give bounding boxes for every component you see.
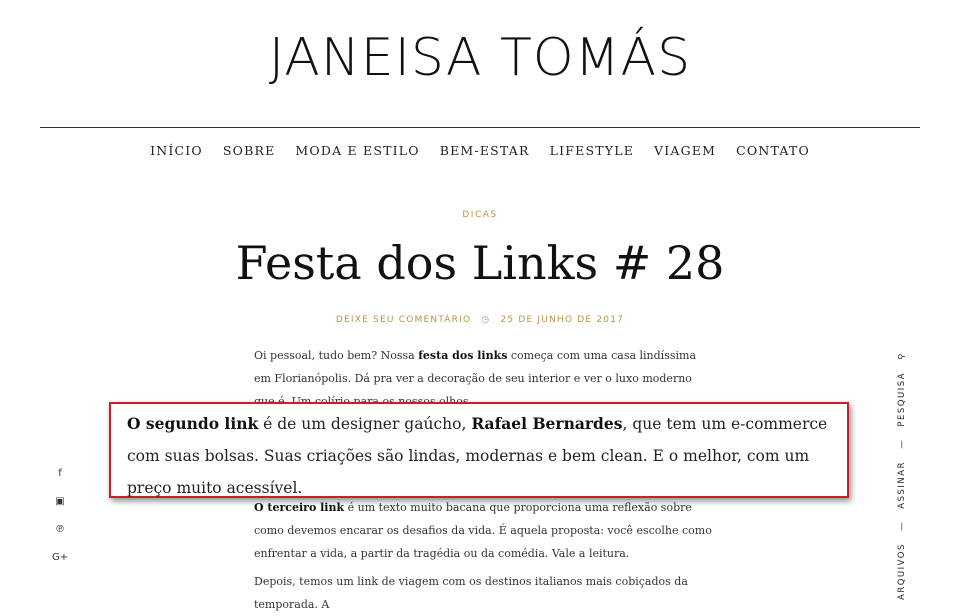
festa-link[interactable]: festa dos links (418, 349, 507, 362)
nav-item-contato[interactable]: CONTATO (736, 143, 810, 158)
search-link[interactable]: PESQUISA (897, 372, 907, 427)
search-icon[interactable]: ⚲ (897, 352, 907, 360)
post-meta: DEIXE SEU COMENTÁRIO ◷ 25 DE JUNHO DE 20… (0, 315, 960, 325)
article-paragraph-2: O terceiro link é um texto muito bacana … (254, 501, 712, 560)
segundo-link[interactable]: O segundo link (127, 414, 258, 433)
article-paragraph-3: Depois, temos um link de viagem com os d… (254, 575, 688, 611)
nav-item-sobre[interactable]: SOBRE (223, 143, 276, 158)
designer-name[interactable]: Rafael Bernardes (471, 414, 622, 433)
nav-item-inicio[interactable]: INÍCIO (150, 143, 203, 158)
site-brand[interactable]: JANEISA TOMÁS (0, 28, 960, 88)
nav-item-lifestyle[interactable]: LIFESTYLE (550, 143, 634, 158)
header-divider (40, 127, 920, 128)
post-title: Festa dos Links # 28 (235, 236, 725, 290)
post-category[interactable]: DICAS (0, 210, 960, 220)
archives-link[interactable]: ARQUIVOS (897, 543, 907, 600)
nav-item-moda-e-estilo[interactable]: MODA E ESTILO (295, 143, 419, 158)
subscribe-link[interactable]: ASSINAR (897, 461, 907, 509)
nav-item-bem-estar[interactable]: BEM-ESTAR (440, 143, 530, 158)
instagram-icon[interactable]: ▣ (52, 492, 68, 512)
facebook-icon[interactable]: f (52, 464, 68, 484)
comment-link[interactable]: DEIXE SEU COMENTÁRIO (336, 315, 471, 325)
post-date: 25 DE JUNHO DE 2017 (500, 315, 625, 325)
pinterest-icon[interactable]: ℗ (52, 520, 68, 540)
main-nav: INÍCIO SOBRE MODA E ESTILO BEM-ESTAR LIF… (0, 143, 960, 158)
clock-icon: ◷ (481, 315, 491, 325)
social-bar: f ▣ ℗ G+ (52, 464, 68, 576)
highlight-callout: O segundo link é de um designer gaúcho, … (109, 402, 849, 498)
google-plus-icon[interactable]: G+ (52, 548, 68, 568)
nav-item-viagem[interactable]: VIAGEM (654, 143, 716, 158)
side-toolbar: ARQUIVOS — ASSINAR — PESQUISA ⚲ (897, 351, 907, 600)
